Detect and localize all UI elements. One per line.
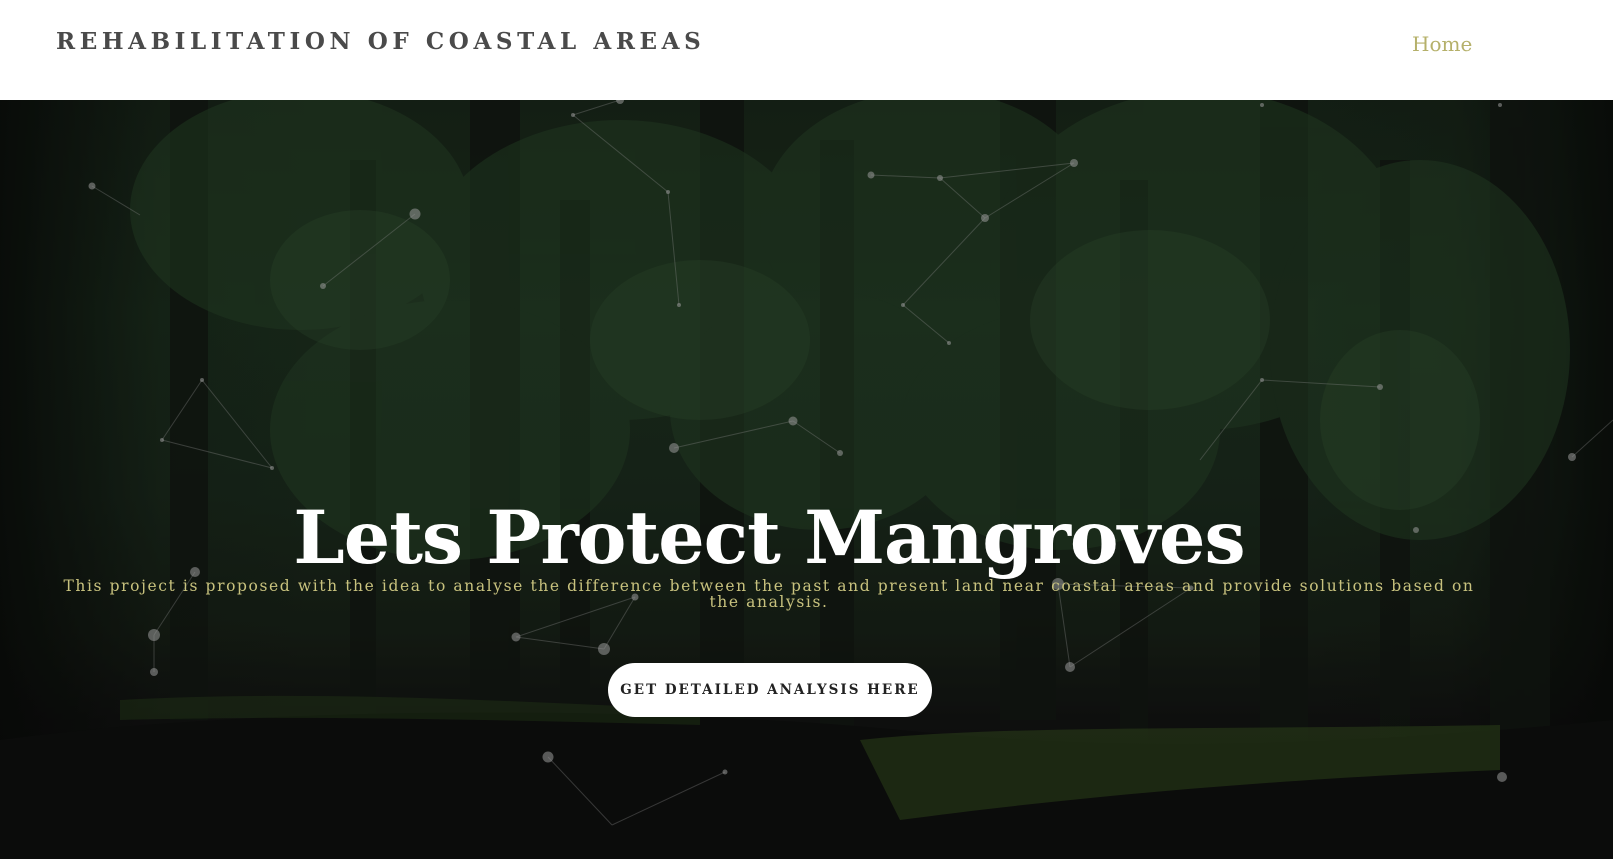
get-detailed-analysis-button[interactable]: GET DETAILED ANALYSIS HERE: [608, 663, 932, 717]
nav-link-home[interactable]: Home: [1412, 32, 1472, 56]
hero-section: Lets Protect Mangroves This project is p…: [0, 100, 1613, 859]
hero-title: Lets Protect Mangroves: [293, 494, 1245, 581]
hero-subtitle: This project is proposed with the idea t…: [63, 576, 1475, 611]
site-brand[interactable]: REHABILITATION OF COASTAL AREAS: [56, 28, 705, 55]
mangrove-forest-background: [0, 100, 1613, 859]
top-navbar: REHABILITATION OF COASTAL AREAS Home: [0, 0, 1613, 100]
